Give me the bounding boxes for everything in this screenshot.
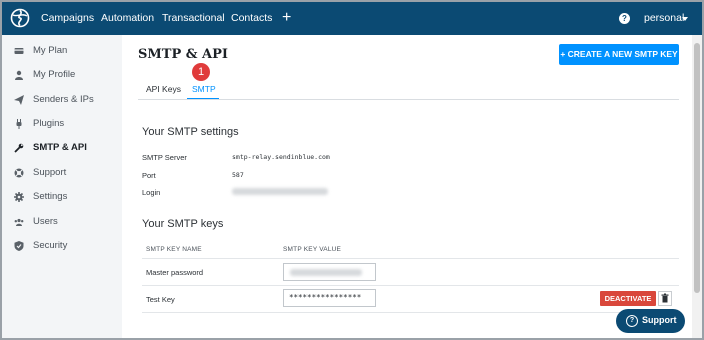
plug-icon bbox=[16, 119, 22, 129]
users-icon bbox=[14, 218, 24, 226]
sidebar-item-support[interactable]: Support bbox=[2, 164, 122, 184]
port-value: 587 bbox=[232, 171, 244, 179]
card-icon bbox=[14, 48, 24, 54]
key-value-field-test[interactable]: **************** bbox=[283, 289, 376, 307]
sidebar-item-senders-ips[interactable]: Senders & IPs bbox=[2, 91, 122, 111]
smtp-server-label: SMTP Server bbox=[142, 153, 187, 162]
step-badge: 1 bbox=[192, 63, 210, 81]
port-label: Port bbox=[142, 171, 156, 180]
key-name-test-key: Test Key bbox=[146, 295, 175, 304]
sidebar-item-label: Settings bbox=[33, 191, 68, 202]
sidebar-item-label: My Plan bbox=[33, 45, 68, 56]
sidebar-item-users[interactable]: Users bbox=[2, 213, 122, 233]
app-window: Campaigns Automation Transactional Conta… bbox=[0, 0, 704, 340]
column-header-key-value: SMTP KEY VALUE bbox=[283, 246, 342, 253]
delete-key-button[interactable] bbox=[658, 291, 672, 306]
nav-automation[interactable]: Automation bbox=[101, 2, 154, 35]
sidebar-item-my-plan[interactable]: My Plan bbox=[2, 42, 122, 62]
sidebar-item-smtp-api[interactable]: SMTP & API bbox=[2, 139, 122, 159]
nav-contacts[interactable]: Contacts bbox=[231, 2, 272, 35]
key-name-master-password: Master password bbox=[146, 268, 204, 277]
sidebar-item-label: Users bbox=[33, 216, 58, 227]
sidebar-item-label: My Profile bbox=[33, 69, 76, 80]
wrench-icon bbox=[14, 143, 24, 153]
table-divider bbox=[142, 258, 679, 259]
sidebar-item-security[interactable]: Security bbox=[2, 237, 122, 257]
scrollbar-thumb[interactable] bbox=[694, 43, 700, 293]
sidebar-item-my-profile[interactable]: My Profile bbox=[2, 66, 122, 86]
create-smtp-key-button[interactable]: + CREATE A NEW SMTP KEY bbox=[559, 44, 679, 65]
question-circle-icon: ? bbox=[626, 315, 638, 327]
key-value-redacted bbox=[290, 269, 362, 276]
top-navbar: Campaigns Automation Transactional Conta… bbox=[2, 2, 702, 35]
table-divider bbox=[142, 285, 679, 286]
shield-icon bbox=[14, 241, 24, 251]
table-divider bbox=[142, 312, 679, 313]
user-icon bbox=[15, 70, 23, 80]
add-plus-icon[interactable]: + bbox=[282, 2, 291, 35]
sidebar-item-label: Security bbox=[33, 240, 68, 251]
smtp-server-value: smtp-relay.sendinblue.com bbox=[232, 153, 330, 161]
page-scrollbar[interactable] bbox=[692, 35, 702, 338]
help-icon[interactable]: ? bbox=[619, 13, 630, 24]
sidebar-item-label: Senders & IPs bbox=[33, 94, 94, 105]
login-value-redacted bbox=[232, 188, 328, 195]
support-chat-button[interactable]: ? Support bbox=[616, 309, 685, 333]
sidebar-item-plugins[interactable]: Plugins bbox=[2, 115, 122, 135]
page-title: SMTP & API bbox=[138, 47, 228, 62]
sidebar: My Plan My Profile Senders & IPs Plugins… bbox=[2, 35, 122, 338]
smtp-settings-title: Your SMTP settings bbox=[142, 126, 239, 138]
sidebar-item-label: Support bbox=[33, 167, 67, 178]
smtp-keys-title: Your SMTP keys bbox=[142, 218, 224, 230]
tab-api-keys[interactable]: API Keys bbox=[146, 84, 181, 94]
sidebar-item-settings[interactable]: Settings bbox=[2, 188, 122, 208]
login-label: Login bbox=[142, 188, 161, 197]
sendinblue-logo[interactable] bbox=[10, 8, 30, 28]
paper-plane-icon bbox=[14, 95, 24, 105]
chevron-down-icon[interactable] bbox=[682, 17, 688, 21]
gear-icon bbox=[14, 192, 24, 202]
column-header-key-name: SMTP KEY NAME bbox=[146, 246, 202, 253]
sidebar-item-label: SMTP & API bbox=[33, 142, 87, 153]
tab-smtp[interactable]: SMTP bbox=[192, 84, 216, 94]
nav-campaigns[interactable]: Campaigns bbox=[41, 2, 94, 35]
main-content: SMTP & API + CREATE A NEW SMTP KEY 1 API… bbox=[122, 35, 692, 338]
deactivate-button[interactable]: DEACTIVATE bbox=[600, 291, 656, 306]
support-button-label: Support bbox=[642, 315, 677, 325]
key-value-field-master[interactable] bbox=[283, 263, 376, 281]
tabs-divider bbox=[138, 99, 679, 100]
account-menu[interactable]: personal bbox=[644, 2, 684, 35]
lifebuoy-icon bbox=[14, 168, 24, 178]
key-value-masked: **************** bbox=[289, 293, 362, 302]
trash-icon bbox=[661, 293, 669, 303]
nav-transactional[interactable]: Transactional bbox=[162, 2, 225, 35]
sidebar-item-label: Plugins bbox=[33, 118, 65, 129]
